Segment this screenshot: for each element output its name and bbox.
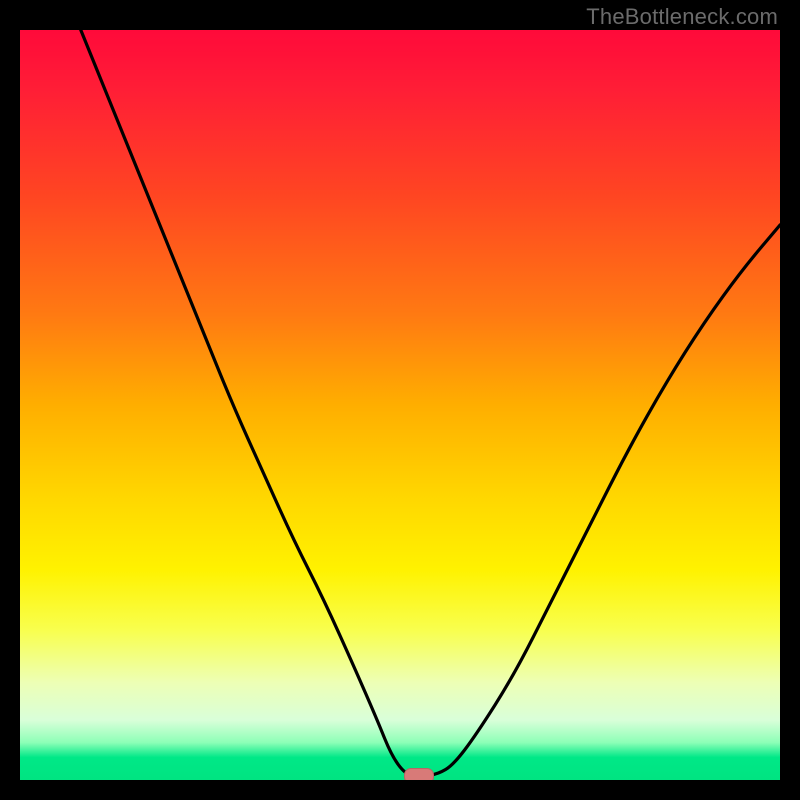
optimum-marker — [404, 768, 434, 780]
watermark-text: TheBottleneck.com — [586, 4, 778, 30]
bottleneck-curve — [81, 30, 780, 776]
chart-frame — [20, 30, 780, 780]
curve-svg — [20, 30, 780, 780]
plot-area — [20, 30, 780, 780]
